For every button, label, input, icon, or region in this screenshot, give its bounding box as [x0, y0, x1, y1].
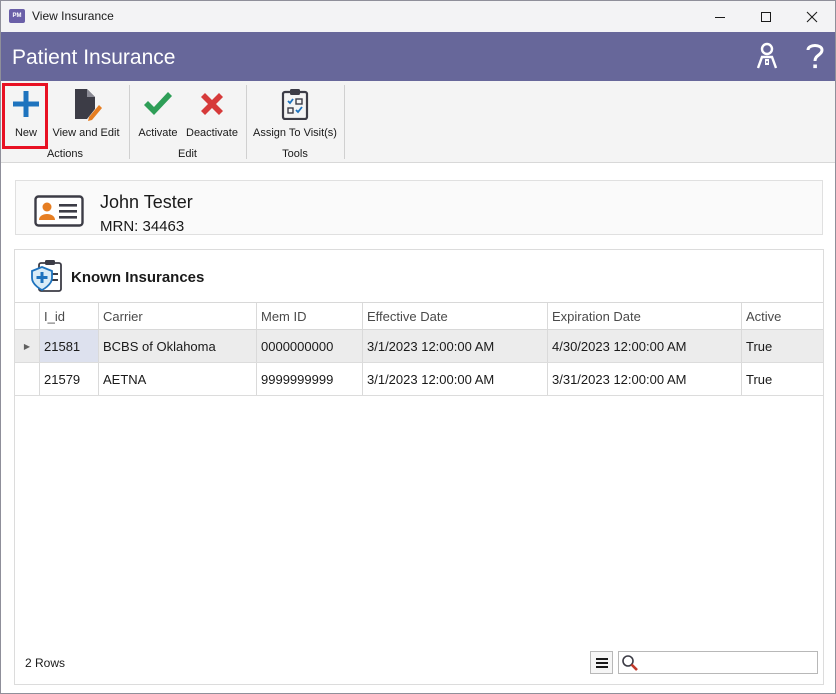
cell-carrier[interactable]: BCBS of Oklahoma	[98, 330, 256, 362]
view-insurance-window: PM View Insurance Patient Insurance New …	[0, 0, 836, 694]
column-header-active[interactable]: Active	[741, 303, 823, 329]
patient-mrn: MRN: 34463	[100, 218, 185, 235]
cell-active[interactable]: True	[741, 363, 823, 395]
row-indicator-icon: ▶	[23, 341, 31, 351]
maximize-icon	[761, 11, 771, 22]
search-icon	[621, 654, 639, 675]
cell-i-id[interactable]: 21579	[39, 363, 98, 395]
cell-i-id[interactable]: 21581	[39, 330, 98, 362]
search-input[interactable]	[641, 654, 813, 671]
help-icon[interactable]	[801, 41, 829, 71]
user-keys-icon[interactable]	[753, 41, 781, 71]
column-header-carrier[interactable]: Carrier	[98, 303, 256, 329]
grid-header-row: I_id Carrier Mem ID Effective Date Expir…	[15, 302, 823, 330]
actions-group-label: Actions	[46, 148, 84, 160]
edit-group-label: Edit	[178, 148, 197, 160]
table-row[interactable]: ▶ 21581 BCBS of Oklahoma 0000000000 3/1/…	[15, 330, 823, 363]
deactivate-label: Deactivate	[186, 127, 238, 139]
page-title: Patient Insurance	[12, 46, 176, 69]
minimize-icon	[715, 16, 725, 18]
tools-group-label: Tools	[282, 148, 308, 160]
clipboard-checklist-icon	[280, 81, 310, 127]
cell-mem-id[interactable]: 9999999999	[256, 363, 362, 395]
window-title: View Insurance	[32, 9, 114, 23]
patient-info-panel: John Tester MRN: 34463	[15, 180, 823, 235]
cell-expiration-date[interactable]: 3/31/2023 12:00:00 AM	[547, 363, 741, 395]
cell-carrier[interactable]: AETNA	[98, 363, 256, 395]
insurance-grid: I_id Carrier Mem ID Effective Date Expir…	[15, 302, 823, 396]
column-header-mem-id[interactable]: Mem ID	[256, 303, 362, 329]
ribbon-separator	[344, 85, 345, 159]
close-button[interactable]	[789, 1, 835, 32]
cell-expiration-date[interactable]: 4/30/2023 12:00:00 AM	[547, 330, 741, 362]
minimize-button[interactable]	[697, 1, 743, 32]
document-edit-icon	[69, 81, 103, 127]
x-icon	[198, 81, 226, 127]
grid-menu-button[interactable]	[590, 651, 613, 674]
cell-active[interactable]: True	[741, 330, 823, 362]
assign-to-visits-button[interactable]: Assign To Visit(s)	[251, 81, 339, 143]
cell-mem-id[interactable]: 0000000000	[256, 330, 362, 362]
ribbon-toolbar: New View and Edit Actions Activate Deact…	[1, 81, 835, 163]
known-insurances-title: Known Insurances	[71, 269, 205, 286]
cell-effective-date[interactable]: 3/1/2023 12:00:00 AM	[362, 330, 547, 362]
column-header-effective-date[interactable]: Effective Date	[362, 303, 547, 329]
new-button-highlight	[2, 83, 48, 149]
cell-effective-date[interactable]: 3/1/2023 12:00:00 AM	[362, 363, 547, 395]
insurance-shield-icon	[30, 259, 66, 296]
assign-to-visits-label: Assign To Visit(s)	[253, 127, 337, 139]
header-band: Patient Insurance	[1, 32, 835, 81]
view-and-edit-button[interactable]: View and Edit	[49, 81, 123, 143]
row-count: 2 Rows	[25, 656, 66, 670]
maximize-button[interactable]	[743, 1, 789, 32]
activate-button[interactable]: Activate	[135, 81, 181, 143]
patient-name: John Tester	[100, 192, 193, 212]
view-and-edit-label: View and Edit	[52, 127, 120, 139]
table-row[interactable]: 21579 AETNA 9999999999 3/1/2023 12:00:00…	[15, 363, 823, 396]
activate-label: Activate	[138, 127, 178, 139]
grid-search-box[interactable]	[618, 651, 818, 674]
deactivate-button[interactable]: Deactivate	[183, 81, 241, 143]
checkmark-icon	[142, 81, 174, 127]
title-bar: PM View Insurance	[1, 1, 835, 32]
close-icon	[806, 11, 818, 22]
known-insurances-panel: Known Insurances I_id Carrier Mem ID Eff…	[14, 249, 824, 685]
app-icon: PM	[9, 9, 25, 23]
hamburger-icon	[595, 657, 608, 668]
column-header-expiration-date[interactable]: Expiration Date	[547, 303, 741, 329]
column-header-i-id[interactable]: I_id	[39, 303, 98, 329]
patient-id-card-icon	[34, 195, 84, 230]
